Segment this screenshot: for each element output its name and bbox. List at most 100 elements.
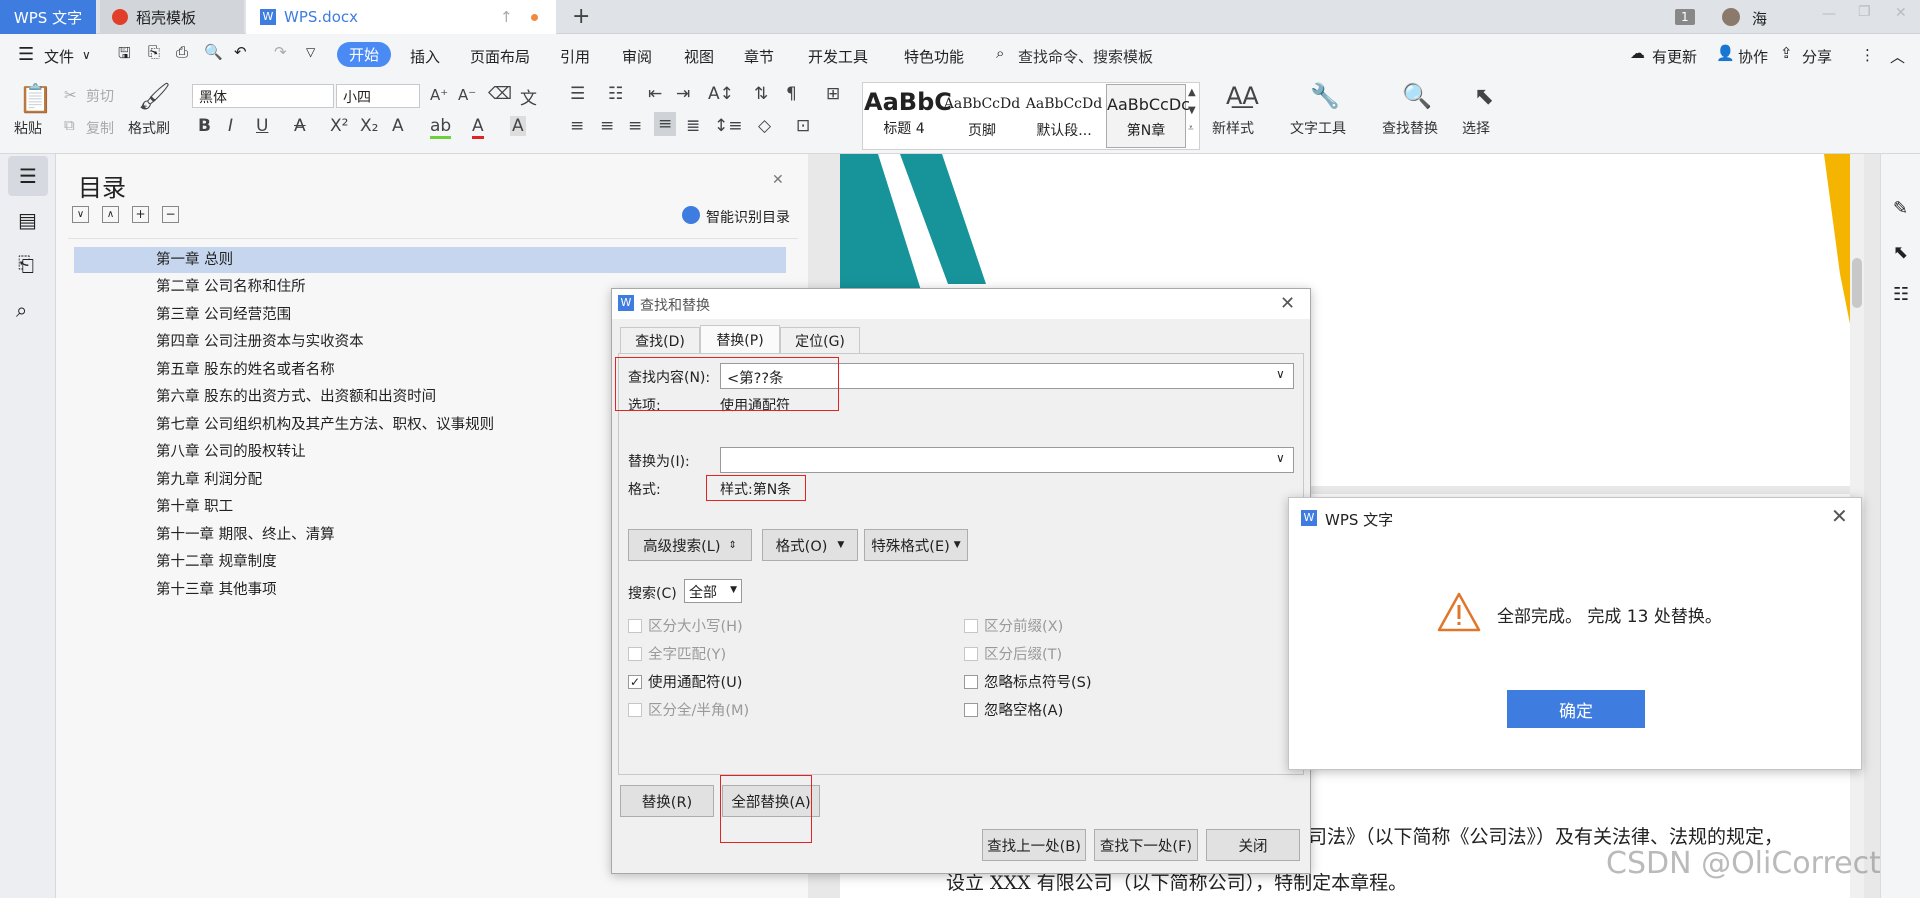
bullets-icon[interactable]: ☰ <box>570 84 585 104</box>
app-tab[interactable]: WPS 文字 <box>0 0 96 34</box>
find-replace-icon[interactable]: 🔍 <box>1402 82 1432 110</box>
font-name-select[interactable]: 黑体 <box>192 84 334 108</box>
gallery-scroll-icon[interactable]: ▲ ▼ ⩡ <box>1188 84 1196 138</box>
pen-icon[interactable]: ✎ <box>1893 198 1908 219</box>
tab-find[interactable]: 查找(D) <box>620 327 700 353</box>
replace-button[interactable]: 替换(R) <box>620 785 714 817</box>
toc-item[interactable]: 第一章 总则 <box>156 248 233 269</box>
scroll-thumb[interactable] <box>1852 258 1862 308</box>
settings-sliders-icon[interactable]: ☷ <box>1893 284 1909 305</box>
ignore-punctuation-checkbox[interactable]: 忽略标点符号(S) <box>964 671 1092 692</box>
toc-item[interactable]: 第十二章 规章制度 <box>156 550 277 571</box>
find-next-button[interactable]: 查找下一处(F) <box>1094 829 1198 861</box>
style-default[interactable]: AaBbCcDd 默认段... <box>1024 84 1104 148</box>
highlight-icon[interactable]: ab <box>430 116 452 139</box>
redo-icon[interactable]: ↷ <box>274 43 287 61</box>
match-prefix-checkbox[interactable]: 区分前缀(X) <box>964 615 1063 636</box>
export-icon[interactable]: ⎘ <box>148 43 160 61</box>
align-left-icon[interactable]: ≡ <box>570 116 584 136</box>
wildcard-checkbox[interactable]: ✓ 使用通配符(U) <box>628 671 742 692</box>
update-button[interactable]: 有更新 <box>1652 46 1697 67</box>
save-icon[interactable]: 🖫 <box>118 43 131 68</box>
style-heading4[interactable]: AaBbC 标题 4 <box>864 84 952 148</box>
whole-word-checkbox[interactable]: 全字匹配(Y) <box>628 643 726 664</box>
shading-icon[interactable]: ◇ <box>758 116 771 136</box>
avatar[interactable] <box>1722 8 1740 26</box>
toc-item[interactable]: 第三章 公司经营范围 <box>156 303 291 324</box>
tab-references[interactable]: 引用 <box>560 46 590 67</box>
char-shading-icon[interactable]: A <box>510 116 526 136</box>
advanced-search-button[interactable]: 高级搜索(L) ⇕ <box>628 529 752 561</box>
match-suffix-checkbox[interactable]: 区分后缀(T) <box>964 643 1062 664</box>
replace-input[interactable] <box>720 447 1294 473</box>
remove-level-icon[interactable]: − <box>162 206 179 223</box>
toc-item[interactable]: 第八章 公司的股权转让 <box>156 440 306 461</box>
copy-button[interactable]: 复制 <box>86 118 114 138</box>
clear-format-icon[interactable]: ⌫ <box>488 84 512 104</box>
style-chapter-n[interactable]: AaBbCcDc 第N章 <box>1106 84 1190 148</box>
match-case-checkbox[interactable]: 区分大小写(H) <box>628 615 743 636</box>
special-format-button[interactable]: 特殊格式(E) ▼ <box>864 529 968 561</box>
find-nav-icon[interactable]: ⌕ <box>16 298 27 322</box>
restore-icon[interactable]: ❐ <box>1858 4 1871 20</box>
paste-icon[interactable]: 📋 <box>18 82 53 115</box>
find-previous-button[interactable]: 查找上一处(B) <box>982 829 1086 861</box>
page-thumbnail-icon[interactable]: ▤ <box>18 208 37 232</box>
collab-button[interactable]: 协作 <box>1738 46 1768 67</box>
cut-button[interactable]: 剪切 <box>86 86 114 106</box>
italic-icon[interactable]: I <box>228 116 233 136</box>
customize-icon[interactable]: ▽ <box>306 45 315 59</box>
font-color-icon[interactable]: A <box>472 116 484 139</box>
text-effect-icon[interactable]: A <box>392 116 404 136</box>
select-cursor-icon[interactable]: ⬉ <box>1474 82 1494 110</box>
phonetic-icon[interactable]: 文 <box>520 84 537 109</box>
minimize-icon[interactable]: — <box>1822 6 1836 22</box>
align-center-icon[interactable]: ≡ <box>600 116 614 136</box>
tab-developer[interactable]: 开发工具 <box>808 46 868 67</box>
toc-item[interactable]: 第十三章 其他事项 <box>156 578 277 599</box>
new-style-button[interactable]: 新样式 <box>1212 118 1254 138</box>
format-painter-button[interactable]: 格式刷 <box>128 118 170 138</box>
command-search[interactable]: 查找命令、搜索模板 <box>1018 46 1153 67</box>
tab-page-layout[interactable]: 页面布局 <box>470 46 530 67</box>
decrease-indent-icon[interactable]: ⇤ <box>648 84 662 104</box>
more-icon[interactable]: ⋮ <box>1860 46 1875 64</box>
template-tab[interactable]: 稻壳模板 <box>100 0 244 34</box>
collapse-ribbon-icon[interactable]: ︿ <box>1890 46 1905 67</box>
toc-item[interactable]: 第四章 公司注册资本与实收资本 <box>156 330 364 351</box>
toc-nav-icon[interactable]: ☰ <box>8 156 48 196</box>
strikethrough-icon[interactable]: A <box>294 116 306 136</box>
sort-icon[interactable]: ⇅ <box>754 84 768 104</box>
char-spacing-icon[interactable]: A↕ <box>708 84 734 104</box>
align-right-icon[interactable]: ≡ <box>628 116 642 136</box>
full-half-width-checkbox[interactable]: 区分全/半角(M) <box>628 699 749 720</box>
tab-insert[interactable]: 插入 <box>410 46 440 67</box>
toc-item[interactable]: 第六章 股东的出资方式、出资额和出资时间 <box>156 385 436 406</box>
grow-font-icon[interactable]: A⁺ <box>430 86 448 104</box>
tab-view[interactable]: 视图 <box>684 46 714 67</box>
close-window-icon[interactable]: ✕ <box>1895 5 1907 21</box>
text-tools-button[interactable]: 文字工具 <box>1290 118 1346 138</box>
bold-icon[interactable]: B <box>198 116 211 136</box>
paste-button[interactable]: 粘贴 <box>14 118 42 138</box>
format-painter-icon[interactable]: 🖌 <box>138 82 171 112</box>
style-footer[interactable]: AaBbCcDd 页脚 <box>942 84 1022 148</box>
select-button[interactable]: 选择 <box>1462 118 1490 138</box>
increase-indent-icon[interactable]: ⇥ <box>676 84 690 104</box>
wrench-icon[interactable]: 🔧 <box>1310 82 1340 110</box>
search-direction-select[interactable]: 全部 ▼ <box>684 579 742 603</box>
dialog-close-icon[interactable]: ✕ <box>1280 293 1295 314</box>
font-size-select[interactable]: 小四 <box>336 84 420 108</box>
upload-icon[interactable]: ↑ <box>500 8 513 26</box>
table-borders-icon[interactable]: ⊞ <box>826 84 840 104</box>
ok-button[interactable]: 确定 <box>1507 690 1645 728</box>
toc-item[interactable]: 第十章 职工 <box>156 495 233 516</box>
toc-item[interactable]: 第二章 公司名称和住所 <box>156 275 306 296</box>
superscript-icon[interactable]: X² <box>330 116 348 136</box>
find-dropdown-icon[interactable]: ∨ <box>1276 367 1285 381</box>
hamburger-icon[interactable]: ☰ <box>18 44 34 65</box>
subscript-icon[interactable]: X₂ <box>360 116 378 136</box>
undo-icon[interactable]: ↶ <box>234 43 247 61</box>
line-spacing-icon[interactable]: ↕≡ <box>714 116 743 136</box>
document-tab[interactable]: W WPS.docx ↑ <box>246 0 556 34</box>
